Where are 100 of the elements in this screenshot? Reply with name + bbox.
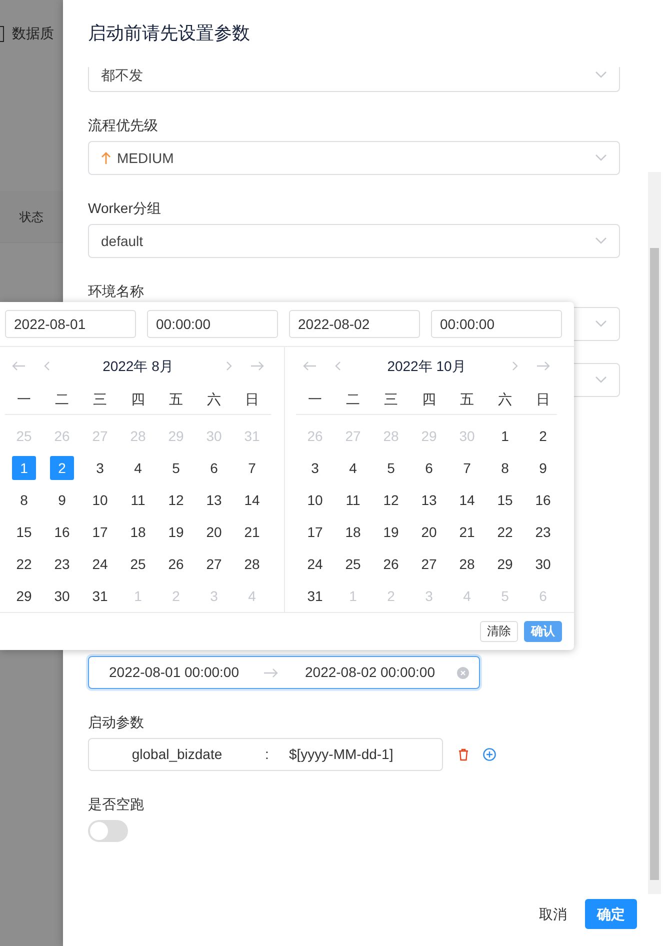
select-field[interactable]: 都不发 bbox=[88, 67, 620, 92]
select-field[interactable]: MEDIUM bbox=[88, 141, 620, 175]
drawer-title: 启动前请先设置参数 bbox=[87, 22, 251, 45]
clear-button[interactable]: 清除 bbox=[480, 621, 518, 642]
calendar-day[interactable]: 23 bbox=[50, 552, 74, 576]
scrollbar[interactable] bbox=[648, 172, 661, 894]
calendar-day[interactable]: 11 bbox=[126, 488, 150, 512]
caret-icon bbox=[595, 376, 607, 384]
field-label: 是否空跑 bbox=[88, 795, 145, 814]
cancel-button[interactable]: 取消 bbox=[527, 899, 579, 929]
param-value: $[yyyy-MM-dd-1] bbox=[288, 745, 394, 764]
calendar-day[interactable]: 31 bbox=[88, 584, 112, 608]
weekday-label: 五 bbox=[459, 390, 475, 409]
calendar-day[interactable]: 9 bbox=[531, 456, 555, 480]
calendar-day[interactable]: 25 bbox=[341, 552, 365, 576]
calendar-day[interactable]: 28 bbox=[240, 552, 264, 576]
calendar-day[interactable]: 18 bbox=[341, 520, 365, 544]
calendar-day[interactable]: 25 bbox=[126, 552, 150, 576]
calendar-day[interactable]: 11 bbox=[341, 488, 365, 512]
time-input[interactable]: 00:00:00 bbox=[147, 310, 278, 338]
calendar-day[interactable]: 26 bbox=[379, 552, 403, 576]
calendar-day[interactable]: 16 bbox=[531, 488, 555, 512]
calendar-day[interactable]: 4 bbox=[341, 456, 365, 480]
calendar-day[interactable]: 5 bbox=[379, 456, 403, 480]
calendar-day[interactable]: 1 bbox=[493, 424, 517, 448]
calendar-day[interactable]: 27 bbox=[417, 552, 441, 576]
weekday-label: 二 bbox=[345, 390, 361, 409]
time-input[interactable]: 00:00:00 bbox=[431, 310, 562, 338]
calendar-day[interactable]: 24 bbox=[88, 552, 112, 576]
calendar-day[interactable]: 17 bbox=[88, 520, 112, 544]
calendar-day[interactable]: 23 bbox=[531, 520, 555, 544]
forward-arrow-icon bbox=[250, 361, 264, 371]
field-label: 环境名称 bbox=[88, 282, 145, 301]
calendar-day[interactable]: 29 bbox=[12, 584, 36, 608]
calendar-day[interactable]: 10 bbox=[303, 488, 327, 512]
calendar-day[interactable]: 29 bbox=[493, 552, 517, 576]
breadcrumb-text: 数据质 bbox=[12, 24, 54, 43]
calendar-day[interactable]: 8 bbox=[493, 456, 517, 480]
calendar-day[interactable]: 12 bbox=[379, 488, 403, 512]
calendar-day[interactable]: 2 bbox=[531, 424, 555, 448]
calendar-day[interactable]: 15 bbox=[12, 520, 36, 544]
calendar-day[interactable]: 13 bbox=[202, 488, 226, 512]
calendar-day[interactable]: 28 bbox=[455, 552, 479, 576]
caret-icon bbox=[595, 154, 607, 162]
calendar-day[interactable]: 15 bbox=[493, 488, 517, 512]
up-arrow-icon bbox=[101, 152, 111, 164]
calendar-day[interactable]: 31 bbox=[303, 584, 327, 608]
weekday-label: 三 bbox=[383, 390, 399, 409]
calendar-day[interactable]: 27 bbox=[202, 552, 226, 576]
add-icon bbox=[483, 748, 496, 761]
calendar-day[interactable]: 19 bbox=[164, 520, 188, 544]
calendar-day[interactable]: 18 bbox=[126, 520, 150, 544]
calendar-day[interactable]: 21 bbox=[240, 520, 264, 544]
calendar-day[interactable]: 8 bbox=[12, 488, 36, 512]
weekday-label: 日 bbox=[244, 390, 260, 409]
calendar-day[interactable]: 3 bbox=[303, 456, 327, 480]
column-header: 状态 bbox=[20, 208, 44, 226]
calendar-day[interactable]: 21 bbox=[455, 520, 479, 544]
calendar-day[interactable]: 6 bbox=[202, 456, 226, 480]
calendar-day[interactable]: 30 bbox=[50, 584, 74, 608]
date-input[interactable]: 2022-08-01 bbox=[5, 310, 136, 338]
calendar-day[interactable]: 17 bbox=[303, 520, 327, 544]
caret-icon bbox=[595, 71, 607, 79]
month-title: 2022年 8月 bbox=[102, 356, 174, 376]
next-icon bbox=[512, 361, 518, 371]
month-title: 2022年 10月 bbox=[386, 356, 467, 376]
calendar-day[interactable]: 22 bbox=[12, 552, 36, 576]
caret-icon bbox=[595, 320, 607, 328]
calendar-day[interactable]: 20 bbox=[417, 520, 441, 544]
calendar-day[interactable]: 6 bbox=[417, 456, 441, 480]
calendar-day[interactable]: 14 bbox=[240, 488, 264, 512]
calendar-day[interactable]: 10 bbox=[88, 488, 112, 512]
param-field[interactable]: global_bizdate : $[yyyy-MM-dd-1] bbox=[88, 738, 443, 771]
calendar-day[interactable]: 26 bbox=[164, 552, 188, 576]
calendar-day[interactable]: 20 bbox=[202, 520, 226, 544]
toggle-switch[interactable] bbox=[88, 820, 128, 842]
calendar-day[interactable]: 19 bbox=[379, 520, 403, 544]
prev-icon bbox=[335, 361, 341, 371]
calendar-day[interactable]: 9 bbox=[50, 488, 74, 512]
calendar-day[interactable]: 22 bbox=[493, 520, 517, 544]
arrow-icon bbox=[263, 668, 279, 678]
calendar-day[interactable]: 4 bbox=[126, 456, 150, 480]
calendar-day[interactable]: 7 bbox=[455, 456, 479, 480]
select-field[interactable]: default bbox=[88, 224, 620, 258]
calendar-day[interactable]: 13 bbox=[417, 488, 441, 512]
calendar-day[interactable]: 5 bbox=[164, 456, 188, 480]
date-range-field[interactable]: 2022-08-01 00:00:00 2022-08-02 00:00:00 bbox=[88, 656, 480, 689]
calendar-day[interactable]: 24 bbox=[303, 552, 327, 576]
weekday-label: 二 bbox=[54, 390, 70, 409]
weekday-label: 日 bbox=[535, 390, 551, 409]
caret-icon bbox=[595, 237, 607, 245]
calendar-day[interactable]: 30 bbox=[531, 552, 555, 576]
calendar-day[interactable]: 3 bbox=[88, 456, 112, 480]
calendar-day[interactable]: 14 bbox=[455, 488, 479, 512]
date-input[interactable]: 2022-08-02 bbox=[289, 310, 420, 338]
forward-arrow-icon bbox=[536, 361, 550, 371]
calendar-day[interactable]: 7 bbox=[240, 456, 264, 480]
start-date-text: 2022-08-01 00:00:00 bbox=[109, 663, 239, 682]
calendar-day[interactable]: 16 bbox=[50, 520, 74, 544]
calendar-day[interactable]: 12 bbox=[164, 488, 188, 512]
